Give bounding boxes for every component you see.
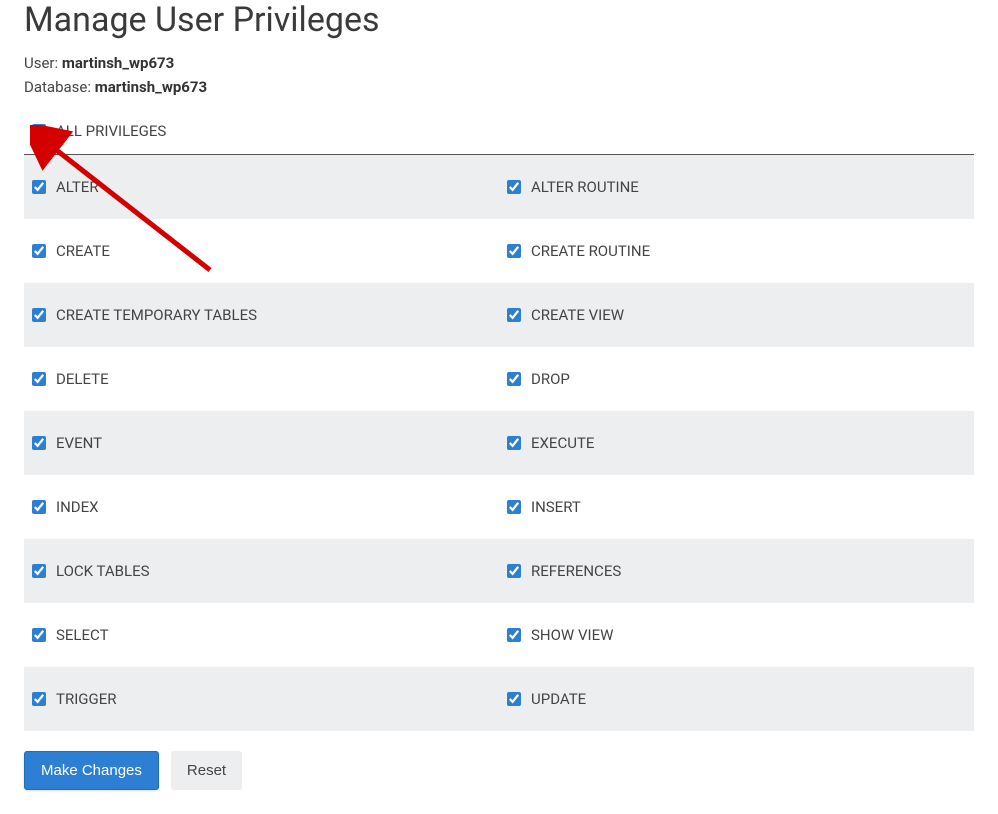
privilege-label: LOCK TABLES [56, 562, 150, 580]
privilege-checkbox[interactable] [507, 308, 521, 322]
all-privileges-label: ALL PRIVILEGES [56, 122, 166, 140]
privilege-checkbox[interactable] [507, 436, 521, 450]
privilege-label: CREATE TEMPORARY TABLES [56, 306, 257, 324]
all-privileges-row: ALL PRIVILEGES [24, 118, 974, 144]
privilege-row: LOCK TABLES REFERENCES [24, 539, 974, 603]
privilege-checkbox[interactable] [32, 628, 46, 642]
privilege-row: EVENT EXECUTE [24, 411, 974, 475]
privilege-checkbox[interactable] [32, 500, 46, 514]
privilege-label: EVENT [56, 434, 102, 452]
privilege-checkbox[interactable] [507, 180, 521, 194]
privilege-label: REFERENCES [531, 562, 621, 580]
privilege-checkbox[interactable] [32, 308, 46, 322]
privilege-label: CREATE VIEW [531, 306, 624, 324]
privilege-row: CREATE CREATE ROUTINE [24, 219, 974, 283]
privilege-checkbox[interactable] [32, 372, 46, 386]
privilege-label: INSERT [531, 498, 581, 516]
button-row: Make Changes Reset [24, 751, 974, 790]
user-value: martinsh_wp673 [62, 54, 174, 72]
privilege-checkbox[interactable] [507, 564, 521, 578]
privilege-label: TRIGGER [56, 690, 116, 708]
privilege-checkbox[interactable] [32, 436, 46, 450]
privilege-checkbox[interactable] [507, 372, 521, 386]
privilege-label: SHOW VIEW [531, 626, 613, 644]
page-title: Manage User Privileges [24, 0, 974, 40]
privilege-label: INDEX [56, 498, 99, 516]
privilege-label: ALTER ROUTINE [531, 178, 639, 196]
privilege-checkbox[interactable] [507, 628, 521, 642]
privilege-label: UPDATE [531, 690, 586, 708]
privilege-row: INDEX INSERT [24, 475, 974, 539]
database-label: Database: [24, 78, 91, 96]
user-label: User: [24, 54, 58, 72]
privilege-checkbox[interactable] [32, 692, 46, 706]
privilege-row: DELETE DROP [24, 347, 974, 411]
privilege-row: CREATE TEMPORARY TABLES CREATE VIEW [24, 283, 974, 347]
privilege-row: TRIGGER UPDATE [24, 667, 974, 731]
privilege-checkbox[interactable] [507, 692, 521, 706]
privilege-label: CREATE ROUTINE [531, 242, 650, 260]
database-row: Database: martinsh_wp673 [24, 78, 974, 96]
privilege-label: DELETE [56, 370, 109, 388]
privilege-checkbox[interactable] [32, 180, 46, 194]
privilege-checkbox[interactable] [507, 244, 521, 258]
privilege-checkbox[interactable] [32, 564, 46, 578]
privilege-label: ALTER [56, 178, 99, 196]
privilege-checkbox[interactable] [507, 500, 521, 514]
privilege-label: DROP [531, 370, 570, 388]
privilege-checkbox[interactable] [32, 244, 46, 258]
database-value: martinsh_wp673 [95, 78, 207, 96]
privilege-label: EXECUTE [531, 434, 594, 452]
privilege-label: CREATE [56, 242, 110, 260]
reset-button[interactable]: Reset [171, 751, 242, 790]
privileges-table: ALTERALTER ROUTINECREATECREATE ROUTINECR… [24, 155, 974, 731]
all-privileges-checkbox[interactable] [32, 124, 46, 138]
privilege-row: SELECT SHOW VIEW [24, 603, 974, 667]
privilege-label: SELECT [56, 626, 109, 644]
user-row: User: martinsh_wp673 [24, 54, 974, 72]
make-changes-button[interactable]: Make Changes [24, 751, 159, 790]
privilege-row: ALTER ALTER ROUTINE [24, 155, 974, 219]
